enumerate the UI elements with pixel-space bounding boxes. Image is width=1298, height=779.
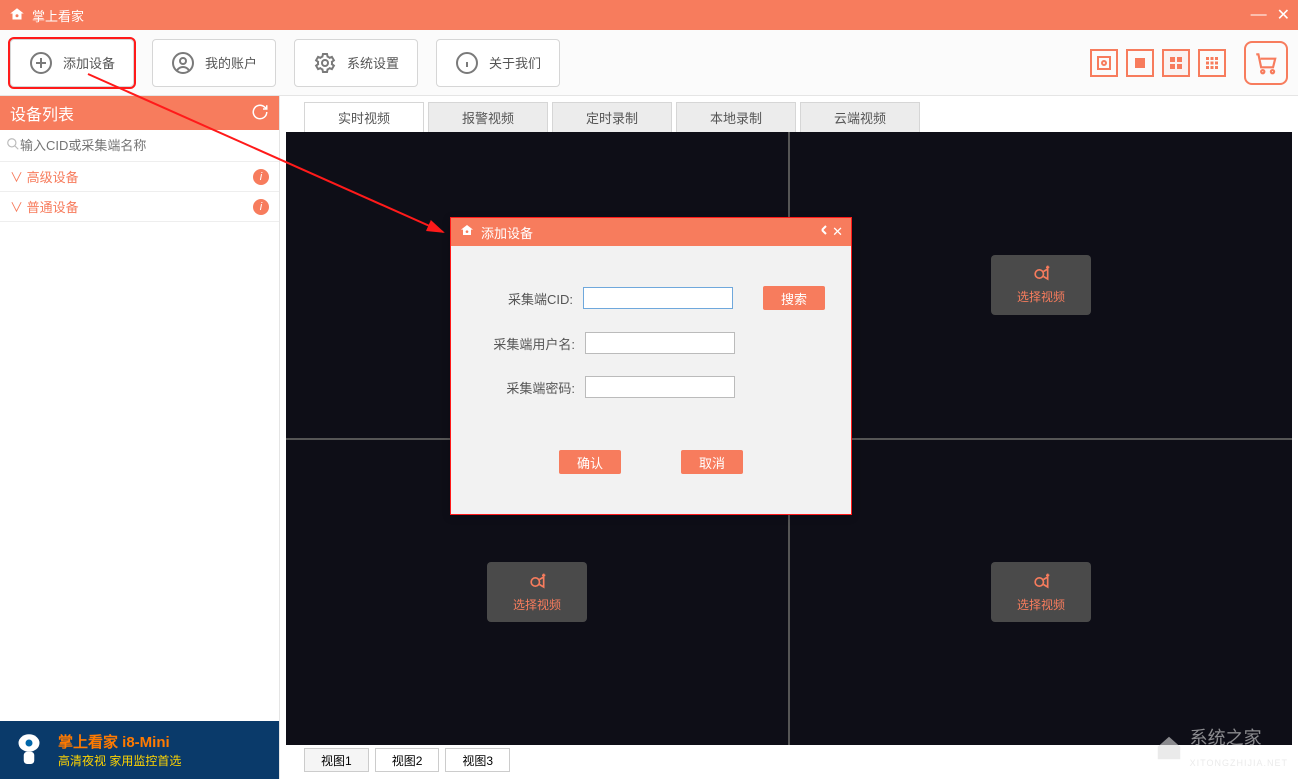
watermark-name: 系统之家 — [1190, 724, 1288, 750]
select-video-label: 选择视频 — [513, 596, 561, 613]
tab-local[interactable]: 本地录制 — [676, 102, 796, 132]
add-device-label: 添加设备 — [63, 53, 115, 72]
viewtab-3[interactable]: 视图3 — [445, 748, 510, 772]
tab-scheduled[interactable]: 定时录制 — [552, 102, 672, 132]
chevron-down-icon: ∨ — [10, 170, 23, 185]
search-input[interactable] — [20, 138, 273, 153]
view-tabs: 视图1 视图2 视图3 — [286, 745, 1292, 773]
user-circle-icon — [171, 51, 195, 75]
sidebar-cat-advanced[interactable]: ∨ 高级设备 i — [0, 162, 279, 192]
app-logo-icon — [8, 6, 26, 24]
sidebar-header: 设备列表 — [0, 96, 279, 130]
watermark: 系统之家 XITONGZHIJIA.NET — [1154, 724, 1288, 771]
cid-input[interactable] — [583, 287, 733, 309]
viewtab-2[interactable]: 视图2 — [375, 748, 440, 772]
search-button[interactable]: 搜索 — [763, 286, 825, 310]
tab-realtime[interactable]: 实时视频 — [304, 102, 424, 132]
select-video-button[interactable]: 选择视频 — [991, 255, 1091, 315]
sidebar-search[interactable] — [0, 130, 279, 162]
camera-plus-icon — [524, 572, 550, 592]
info-icon — [455, 51, 479, 75]
add-device-button[interactable]: 添加设备 — [10, 39, 134, 87]
video-cell[interactable]: 选择视频 — [790, 132, 1292, 438]
app-title: 掌上看家 — [32, 6, 84, 25]
password-label: 采集端密码: — [479, 378, 575, 397]
refresh-icon[interactable] — [251, 103, 269, 124]
ad-line1: 掌上看家 i8-Mini — [58, 731, 181, 752]
my-account-label: 我的账户 — [205, 53, 257, 72]
about-label: 关于我们 — [489, 53, 541, 72]
sidebar-title: 设备列表 — [10, 101, 74, 125]
content-tabs: 实时视频 报警视频 定时录制 本地录制 云端视频 — [286, 96, 1292, 132]
view-fullscreen-icon[interactable] — [1090, 49, 1118, 77]
select-video-button[interactable]: 选择视频 — [487, 562, 587, 622]
view-single-icon[interactable] — [1126, 49, 1154, 77]
close-button[interactable]: ✕ — [1277, 5, 1290, 25]
sidebar-cat-common[interactable]: ∨ 普通设备 i — [0, 192, 279, 222]
dialog-titlebar: 添加设备 ✕ — [451, 218, 851, 246]
house-icon — [1154, 733, 1184, 763]
ad-banner[interactable]: 掌上看家 i8-Mini 高清夜视 家用监控首选 — [0, 721, 279, 779]
view-grid9-icon[interactable] — [1198, 49, 1226, 77]
username-label: 采集端用户名: — [479, 334, 575, 353]
my-account-button[interactable]: 我的账户 — [152, 39, 276, 87]
camera-plus-icon — [1028, 572, 1054, 592]
plus-circle-icon — [29, 51, 53, 75]
settings-button[interactable]: 系统设置 — [294, 39, 418, 87]
search-icon — [6, 137, 20, 154]
info-badge-icon[interactable]: i — [253, 199, 269, 215]
tab-alarm[interactable]: 报警视频 — [428, 102, 548, 132]
about-button[interactable]: 关于我们 — [436, 39, 560, 87]
select-video-label: 选择视频 — [1017, 596, 1065, 613]
cat-common-label: 普通设备 — [27, 200, 79, 215]
username-input[interactable] — [585, 332, 735, 354]
sidebar: 设备列表 ∨ 高级设备 i ∨ 普通设备 i 掌上看家 i8-Mini 高清夜视… — [0, 96, 280, 779]
view-grid4-icon[interactable] — [1162, 49, 1190, 77]
camera-product-icon — [8, 729, 50, 771]
toolbar: 添加设备 我的账户 系统设置 关于我们 — [0, 30, 1298, 96]
gear-icon — [313, 51, 337, 75]
tab-cloud[interactable]: 云端视频 — [800, 102, 920, 132]
watermark-url: XITONGZHIJIA.NET — [1190, 758, 1288, 768]
cancel-button[interactable]: 取消 — [681, 450, 743, 474]
chevron-down-icon: ∨ — [10, 200, 23, 215]
cart-button[interactable] — [1244, 41, 1288, 85]
select-video-label: 选择视频 — [1017, 288, 1065, 305]
sidebar-body — [0, 222, 279, 721]
minimize-button[interactable]: — — [1251, 6, 1267, 24]
cid-label: 采集端CID: — [477, 289, 573, 308]
select-video-button[interactable]: 选择视频 — [991, 562, 1091, 622]
cat-advanced-label: 高级设备 — [27, 170, 79, 185]
add-device-dialog: 添加设备 ✕ 采集端CID: 搜索 采集端用户名: 采集端密码: 确认 取消 — [450, 217, 852, 515]
camera-plus-icon — [1028, 264, 1054, 284]
ad-line2: 高清夜视 家用监控首选 — [58, 752, 181, 769]
password-input[interactable] — [585, 376, 735, 398]
dialog-title: 添加设备 — [481, 223, 533, 242]
video-cell[interactable]: 选择视频 — [790, 440, 1292, 746]
viewtab-1[interactable]: 视图1 — [304, 748, 369, 772]
confirm-button[interactable]: 确认 — [559, 450, 621, 474]
info-badge-icon[interactable]: i — [253, 169, 269, 185]
settings-label: 系统设置 — [347, 53, 399, 72]
app-logo-icon — [459, 223, 475, 242]
titlebar: 掌上看家 — ✕ — [0, 0, 1298, 30]
dialog-close-icon[interactable]: ✕ — [820, 224, 843, 240]
